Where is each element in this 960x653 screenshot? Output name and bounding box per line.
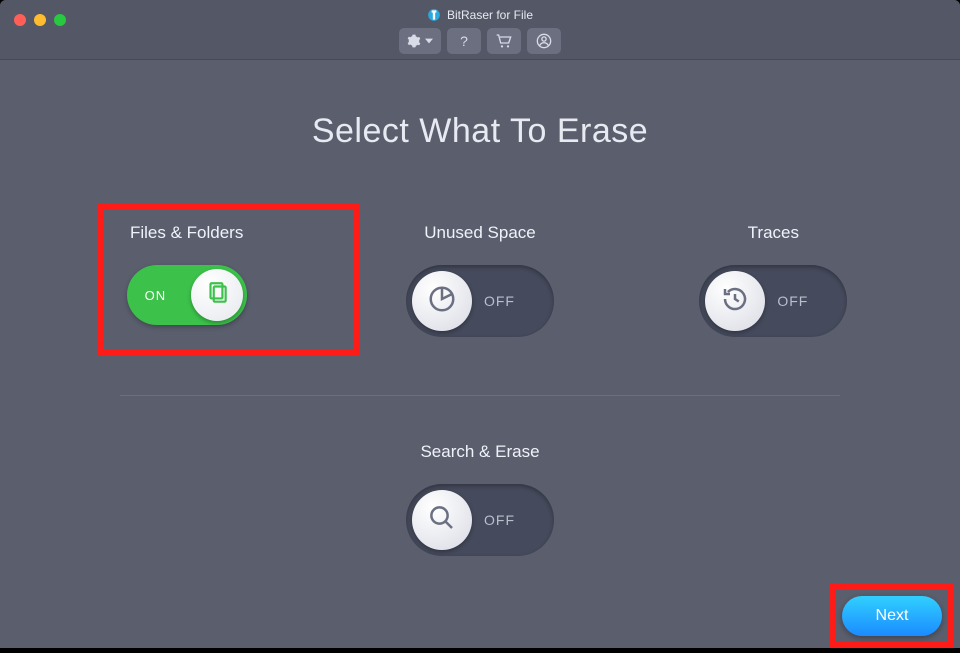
toggle-search-erase[interactable]: OFF (406, 484, 554, 556)
window-title: BitRaser for File (427, 8, 533, 22)
option-label: Files & Folders (130, 223, 243, 243)
options-row-2: Search & Erase OFF (60, 442, 900, 556)
toggle-unused-space[interactable]: OFF (406, 265, 554, 337)
divider (120, 395, 840, 396)
toggle-files-folders[interactable]: ON (127, 265, 247, 325)
history-icon (720, 284, 750, 319)
option-files-folders: Files & Folders ON (60, 223, 313, 337)
fullscreen-window-button[interactable] (54, 14, 66, 26)
toggle-knob (705, 271, 765, 331)
options-row-1: Files & Folders ON Unused Spac (60, 223, 900, 337)
user-icon (536, 33, 552, 49)
search-icon (427, 503, 457, 538)
toolbar: ? (399, 28, 561, 54)
toggle-knob (412, 271, 472, 331)
chevron-down-icon (425, 37, 433, 45)
window-controls (14, 14, 66, 26)
toggle-knob (191, 269, 243, 321)
app-icon (427, 8, 441, 22)
page-title: Select What To Erase (60, 112, 900, 151)
main-content: Select What To Erase Files & Folders ON (0, 60, 960, 556)
pie-chart-icon (427, 284, 457, 319)
toggle-state-label: OFF (484, 512, 515, 528)
toggle-state-label: OFF (484, 293, 515, 309)
buy-button[interactable] (487, 28, 521, 54)
toggle-state-label: OFF (777, 293, 808, 309)
close-window-button[interactable] (14, 14, 26, 26)
toggle-traces[interactable]: OFF (699, 265, 847, 337)
app-title-text: BitRaser for File (447, 8, 533, 22)
option-label: Search & Erase (420, 442, 539, 462)
files-icon (204, 280, 230, 311)
account-button[interactable] (527, 28, 561, 54)
option-unused-space: Unused Space OFF (353, 223, 606, 337)
toggle-knob (412, 490, 472, 550)
minimize-window-button[interactable] (34, 14, 46, 26)
option-label: Traces (748, 223, 799, 243)
option-traces: Traces OFF (647, 223, 900, 337)
titlebar: BitRaser for File ? (0, 0, 960, 60)
option-search-erase: Search & Erase OFF (350, 442, 610, 556)
settings-dropdown-button[interactable] (399, 28, 441, 54)
next-button[interactable]: Next (842, 596, 942, 636)
gear-icon (407, 34, 421, 48)
cart-icon (496, 34, 512, 48)
option-label: Unused Space (424, 223, 536, 243)
app-window: BitRaser for File ? (0, 0, 960, 648)
toggle-state-label: ON (145, 288, 167, 303)
help-button[interactable]: ? (447, 28, 481, 54)
next-button-label: Next (876, 607, 909, 625)
question-icon: ? (460, 33, 468, 49)
